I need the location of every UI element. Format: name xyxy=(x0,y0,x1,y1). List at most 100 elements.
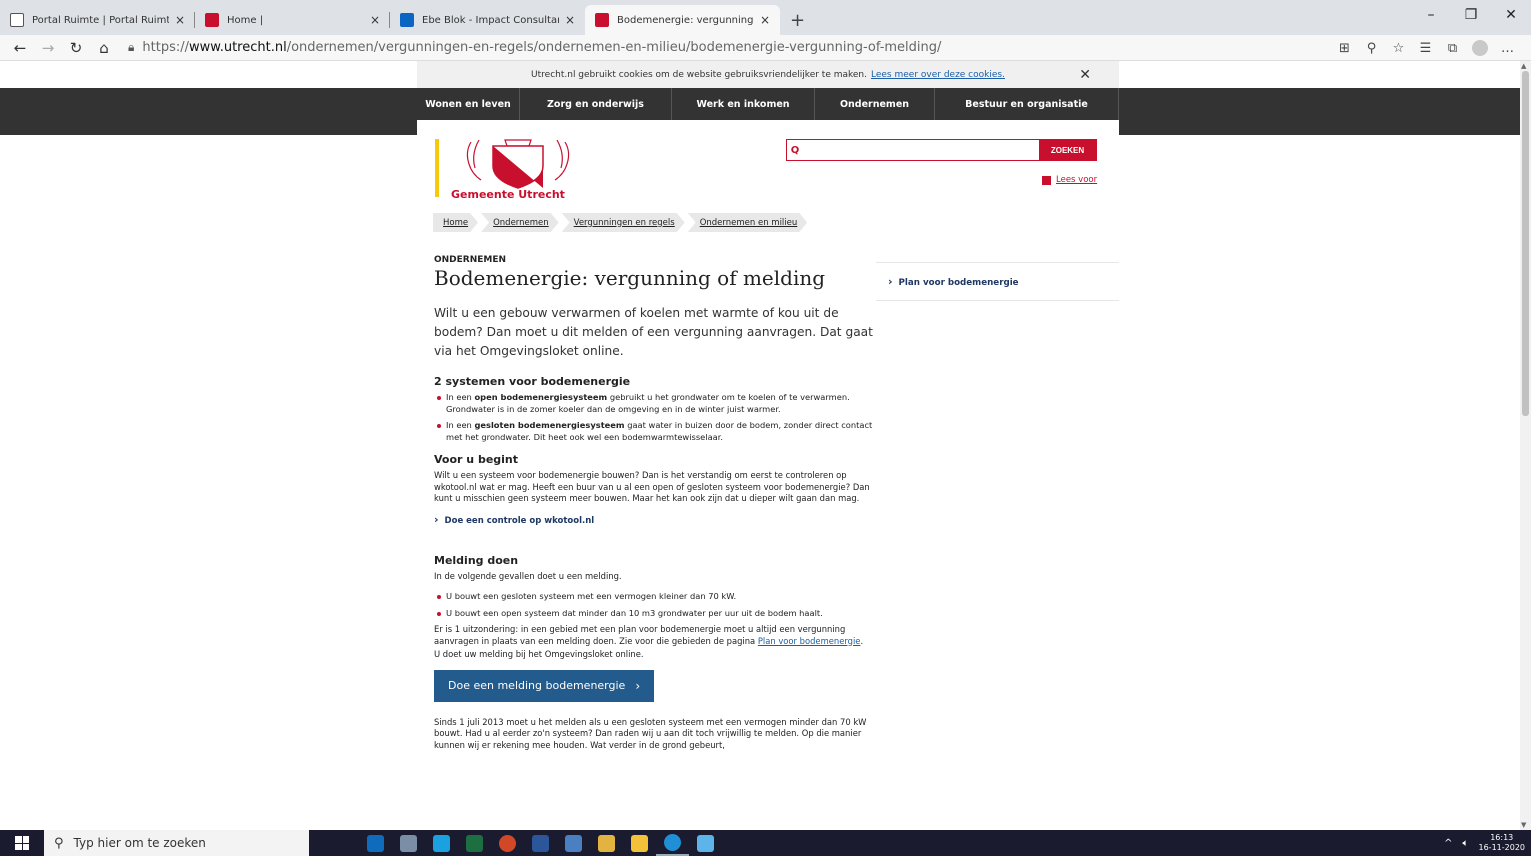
utrecht-logo-icon[interactable] xyxy=(453,134,583,194)
taskbar-app-ie[interactable] xyxy=(425,830,458,856)
url-path: /ondernemen/vergunningen-en-regels/onder… xyxy=(286,40,942,55)
taskbar-app-excel[interactable] xyxy=(458,830,491,856)
explorer-icon xyxy=(631,834,648,852)
scroll-up-icon[interactable]: ▲ xyxy=(1521,62,1526,70)
exception-text: Er is 1 uitzondering: in een gebied met … xyxy=(434,624,864,646)
close-tab-icon[interactable]: × xyxy=(175,13,185,27)
list-item: U bouwt een gesloten systeem met een ver… xyxy=(434,591,874,603)
main-nav-item[interactable]: Bestuur en organisatie xyxy=(935,88,1119,120)
melding-text: In de volgende gevallen doet u een meldi… xyxy=(434,570,622,581)
zoom-icon[interactable]: ⚲ xyxy=(1358,41,1385,56)
start-button[interactable] xyxy=(0,830,44,856)
speaker-icon xyxy=(1042,175,1051,185)
taskbar-app-word[interactable] xyxy=(524,830,557,856)
logo-accent-bar xyxy=(435,139,439,197)
main-nav-item[interactable]: Zorg en onderwijs xyxy=(520,88,672,120)
page-viewport: Utrecht.nl gebruikt cookies om de websit… xyxy=(0,61,1520,830)
favorites-list-icon[interactable]: ☰ xyxy=(1412,41,1439,56)
breadcrumb-item[interactable]: Home xyxy=(433,213,478,232)
search-icon: ⚲ xyxy=(54,835,64,851)
tab-favicon-icon xyxy=(400,13,414,27)
main-nav-item[interactable]: Ondernemen xyxy=(815,88,935,120)
volume-icon[interactable]: 🔈︎ xyxy=(1463,838,1469,849)
tab-title: Home | xyxy=(227,14,264,26)
article-kicker: ONDERNEMEN xyxy=(434,255,507,265)
cookie-more-link[interactable]: Lees meer over deze cookies. xyxy=(871,70,1005,80)
browser-tab[interactable]: Home | × xyxy=(195,5,390,35)
excel-icon xyxy=(466,834,483,852)
lock-icon: 🔒︎ xyxy=(128,40,135,54)
voor-u-begint-text: Wilt u een systeem voor bodemenergie bou… xyxy=(434,470,870,503)
page-title: Bodemenergie: vergunning of melding xyxy=(434,266,826,290)
ie-icon xyxy=(433,834,450,852)
taskbar-search[interactable]: ⚲ Typ hier om te zoeken xyxy=(44,830,309,856)
read-view-icon[interactable]: ⊞ xyxy=(1331,41,1358,56)
minimize-button[interactable]: – xyxy=(1411,0,1451,30)
lees-voor-link[interactable]: Lees voor xyxy=(1042,175,1097,185)
app8-icon xyxy=(598,834,615,852)
taskbar-app-outlook[interactable] xyxy=(359,830,392,856)
main-nav-items: Wonen en leven Zorg en onderwijs Werk en i… xyxy=(417,88,1119,120)
page-content: Gemeente Utrecht Q ZOEKEN Lees voor Home… xyxy=(417,120,1119,830)
close-tab-icon[interactable]: × xyxy=(370,13,380,27)
scrollbar-thumb[interactable] xyxy=(1522,71,1529,416)
taskbar-app-app7[interactable] xyxy=(557,830,590,856)
taskbar-app-powerpoint[interactable] xyxy=(491,830,524,856)
section-title-melding: Melding doen xyxy=(434,553,519,567)
taskbar-search-placeholder: Typ hier om te zoeken xyxy=(73,836,206,850)
breadcrumb-item[interactable]: Ondernemen en milieu xyxy=(688,213,808,232)
profile-avatar-icon[interactable] xyxy=(1472,40,1488,56)
tab-list: Portal Ruimte | Portal Ruimte × Home | × Ebe… xyxy=(0,5,780,35)
logo-text: Gemeente Utrecht xyxy=(451,188,565,201)
favorite-star-icon[interactable]: ☆ xyxy=(1385,41,1412,56)
powerpoint-icon xyxy=(499,834,516,852)
browser-tab[interactable]: Portal Ruimte | Portal Ruimte × xyxy=(0,5,195,35)
search-button[interactable]: ZOEKEN xyxy=(1039,140,1096,160)
main-nav-item[interactable]: Wonen en leven xyxy=(417,88,520,120)
taskbar-app-app8[interactable] xyxy=(590,830,623,856)
back-icon[interactable]: ← xyxy=(6,39,34,57)
plan-bodemenergie-link[interactable]: Plan voor bodemenergie xyxy=(888,275,1019,288)
maximize-button[interactable]: ❐ xyxy=(1451,0,1491,30)
search-input[interactable] xyxy=(803,140,1039,160)
taskbar-app-explorer[interactable] xyxy=(623,830,656,856)
clock[interactable]: 16:13 16-11-2020 xyxy=(1479,833,1526,853)
breadcrumb-item[interactable]: Vergunningen en regels xyxy=(562,213,685,232)
lees-voor-label: Lees voor xyxy=(1056,175,1098,185)
cookie-close-icon[interactable]: ✕ xyxy=(1079,67,1091,83)
melding-list: U bouwt een gesloten systeem met een ver… xyxy=(434,591,874,619)
taskbar-app-app11[interactable] xyxy=(689,830,722,856)
new-tab-button[interactable]: + xyxy=(780,5,815,35)
section-title-voor-u-begint: Voor u begint xyxy=(434,453,519,466)
chevron-right-icon: › xyxy=(635,678,641,693)
breadcrumb-item[interactable]: Ondernemen xyxy=(481,213,559,232)
main-nav-item[interactable]: Werk en inkomen xyxy=(672,88,815,120)
window-controls: – ❐ ✕ xyxy=(1411,0,1531,30)
close-tab-icon[interactable]: × xyxy=(565,13,575,27)
related-links: Plan voor bodemenergie xyxy=(876,262,1119,301)
melding-bodemenergie-button[interactable]: Doe een melding bodemenergie › xyxy=(434,669,655,702)
scroll-down-icon[interactable]: ▼ xyxy=(1521,821,1526,829)
taskbar-app-edge[interactable] xyxy=(656,830,689,856)
collections-icon[interactable]: ⧉ xyxy=(1439,41,1466,56)
tray-chevron-icon[interactable]: ^ xyxy=(1444,838,1452,849)
wkotool-link[interactable]: Doe een controle op wkotool.nl xyxy=(434,513,874,526)
toolbar-icons: ⊞ ⚲ ☆ ☰ ⧉ … xyxy=(1331,35,1521,61)
taskbar-app-app2[interactable] xyxy=(392,830,425,856)
article-intro: Wilt u een gebouw verwarmen of koelen me… xyxy=(434,306,873,358)
more-menu-icon[interactable]: … xyxy=(1494,41,1521,56)
url-field[interactable]: 🔒︎ https://www.utrecht.nl/ondernemen/ver… xyxy=(128,40,941,55)
article: ONDERNEMEN Bodemenergie: vergunning of m… xyxy=(434,255,874,751)
close-tab-icon[interactable]: × xyxy=(760,13,770,27)
browser-tab[interactable]: Ebe Blok - Impact Consultant - S × xyxy=(390,5,585,35)
home-icon[interactable]: ⌂ xyxy=(90,39,118,57)
systems-list: In een open bodemenergiesysteem gebruikt… xyxy=(434,392,874,443)
forward-icon[interactable]: → xyxy=(34,39,62,57)
close-window-button[interactable]: ✕ xyxy=(1491,0,1531,30)
page-scrollbar[interactable]: ▲ ▼ xyxy=(1520,61,1531,830)
plan-bodemenergie-inline-link[interactable]: Plan voor bodemenergie xyxy=(758,636,861,646)
refresh-icon[interactable]: ↻ xyxy=(62,39,90,57)
tab-favicon-icon xyxy=(10,13,24,27)
browser-tab[interactable]: Bodemenergie: vergunning of m × xyxy=(585,5,780,35)
list-item: In een gesloten bodemenergiesysteem gaat… xyxy=(434,420,874,443)
